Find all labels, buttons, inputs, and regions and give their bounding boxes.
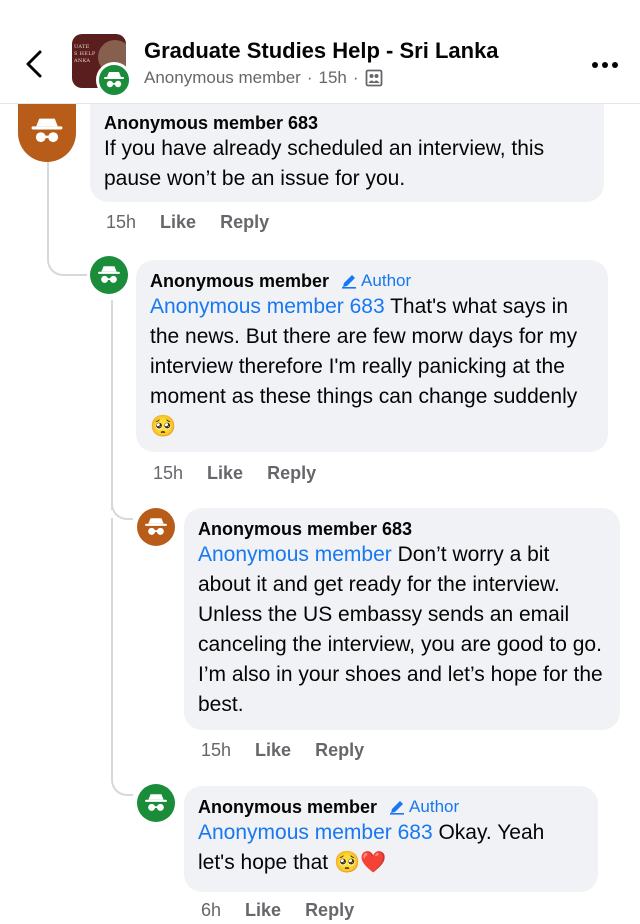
thread-connector-1: [47, 240, 87, 276]
like-button[interactable]: Like: [207, 463, 243, 484]
pencil-icon: [342, 275, 357, 289]
thread-connector-2: [111, 490, 133, 520]
author-avatar[interactable]: [137, 784, 175, 822]
comment-text-block: Anonymous member 683 That's what says in…: [150, 292, 594, 442]
comment-actions: 15h Like Reply: [106, 212, 269, 233]
reply-button[interactable]: Reply: [305, 900, 354, 921]
thread-line-reply-2: [111, 518, 113, 774]
comment-text-block: Anonymous member Don’t worry a bit about…: [198, 540, 606, 720]
anonymous-icon: [98, 266, 120, 283]
comment-bubble[interactable]: Anonymous member 683 If you have already…: [90, 104, 604, 202]
mention-link[interactable]: Anonymous member 683: [198, 821, 433, 844]
more-options-icon[interactable]: [590, 60, 620, 70]
group-name[interactable]: Graduate Studies Help - Sri Lanka: [144, 38, 499, 64]
comment-text-block: Anonymous member 683 Okay. Yeah let's ho…: [198, 818, 584, 878]
comment-author-row: Anonymous member Author: [198, 796, 584, 818]
comment-text: Don’t worry a bit about it and get ready…: [198, 543, 603, 716]
post-meta: Anonymous member · 15h ·: [144, 68, 383, 88]
back-chevron-icon[interactable]: [20, 44, 50, 84]
thread-connector-3: [111, 764, 133, 796]
comment-bubble[interactable]: Anonymous member Author Anonymous member…: [184, 786, 598, 892]
post-time: 15h: [318, 68, 347, 87]
poster-name: Anonymous member: [144, 68, 301, 87]
pleading-face-emoji: 🥺: [150, 415, 177, 438]
anonymous-icon: [31, 118, 63, 143]
author-avatar[interactable]: [90, 256, 128, 294]
meta-separator: ·: [306, 68, 313, 87]
comment-time: 6h: [201, 900, 222, 920]
comment-author[interactable]: Anonymous member 683: [198, 518, 606, 540]
comment-bubble[interactable]: Anonymous member Author Anonymous member…: [136, 260, 608, 452]
comment-time: 15h: [153, 463, 184, 483]
author-badge-label: Author: [409, 797, 460, 816]
commenter-avatar[interactable]: [18, 104, 76, 162]
comment-author-row: Anonymous member Author: [150, 270, 594, 292]
anonymous-icon: [145, 518, 167, 535]
reply-button[interactable]: Reply: [220, 212, 269, 233]
comment-actions: 15h Like Reply: [201, 740, 364, 761]
like-button[interactable]: Like: [255, 740, 291, 761]
commenter-avatar[interactable]: [137, 508, 175, 546]
privacy-group-icon: [365, 69, 382, 87]
reply-button[interactable]: Reply: [315, 740, 364, 761]
comment-time: 15h: [201, 740, 232, 760]
author-badge: Author: [341, 270, 411, 292]
anonymous-icon: [145, 794, 167, 811]
comment-bubble[interactable]: Anonymous member 683 Anonymous member Do…: [184, 508, 620, 730]
like-button[interactable]: Like: [160, 212, 196, 233]
group-avatar-text: UATE S HELP ANKA: [74, 44, 96, 64]
mention-link[interactable]: Anonymous member 683: [150, 295, 385, 318]
mention-link[interactable]: Anonymous member: [198, 543, 392, 566]
comment-actions: 15h Like Reply: [153, 463, 316, 484]
comment-time: 15h: [106, 212, 137, 232]
post-header: UATE S HELP ANKA Graduate Studies Help -…: [0, 0, 640, 104]
red-heart-emoji: ❤️: [360, 851, 387, 874]
reply-button[interactable]: Reply: [267, 463, 316, 484]
comment-text: If you have already scheduled an intervi…: [104, 137, 545, 190]
like-button[interactable]: Like: [245, 900, 281, 921]
comment-author[interactable]: Anonymous member 683: [104, 112, 590, 134]
comment-author[interactable]: Anonymous member: [150, 270, 329, 292]
comment-author[interactable]: Anonymous member: [198, 796, 377, 818]
thread-line-reply: [111, 300, 113, 510]
meta-separator-2: ·: [352, 68, 359, 87]
pleading-face-emoji: 🥺: [333, 851, 361, 874]
author-badge-label: Author: [361, 271, 412, 290]
comment-actions: 6h Like Reply: [201, 900, 354, 921]
author-badge: Author: [389, 796, 459, 818]
anonymous-badge-icon: [96, 62, 132, 98]
pencil-icon: [390, 801, 405, 815]
